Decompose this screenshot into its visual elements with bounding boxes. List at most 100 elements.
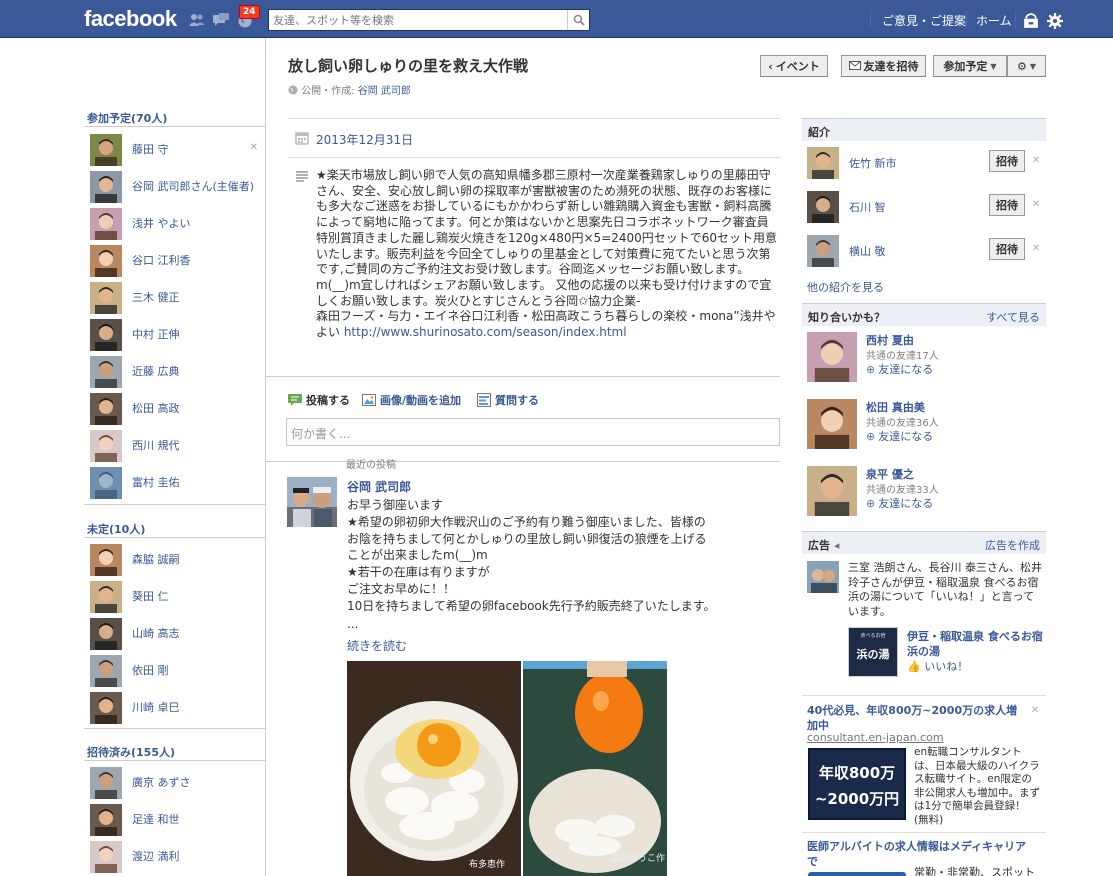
search-icon[interactable] <box>567 10 589 30</box>
ad-medicareer-title[interactable]: 医師アルバイトの求人情報はメディキャリアで <box>807 840 1037 869</box>
suggestion-avatar[interactable] <box>807 191 839 223</box>
notification-badge[interactable]: 24 <box>239 5 260 19</box>
guest-avatar[interactable] <box>90 467 122 499</box>
guest-list-item[interactable]: 近藤 広典 <box>90 356 266 392</box>
guest-list-item[interactable]: 川崎 卓巳 <box>90 692 266 728</box>
guest-list-item[interactable]: 葵田 仁 <box>90 581 266 617</box>
guest-list-item[interactable]: 西川 規代 <box>90 430 266 466</box>
ad-medicareer-image[interactable] <box>808 872 906 876</box>
privacy-shortcuts-icon[interactable] <box>1022 13 1038 29</box>
guest-list-item[interactable]: 富村 圭佑 <box>90 467 266 503</box>
facebook-logo[interactable]: facebook <box>84 6 177 32</box>
invite-friends-button[interactable]: 友達を招待 <box>841 55 926 77</box>
guest-name[interactable]: 谷口 江利香 <box>132 254 256 267</box>
guest-avatar[interactable] <box>90 208 122 240</box>
guest-list-item[interactable]: 谷口 江利香 <box>90 245 266 281</box>
guest-name[interactable]: 近藤 広典 <box>132 365 256 378</box>
suggestion-name[interactable]: 石川 智 <box>849 199 886 215</box>
guest-avatar[interactable] <box>90 841 122 873</box>
ad-en-japan-domain[interactable]: consultant.en-japan.com <box>807 731 944 746</box>
guest-list-item[interactable]: 松田 高政 <box>90 393 266 429</box>
guest-name[interactable]: 三木 健正 <box>132 291 256 304</box>
messages-icon[interactable] <box>212 12 230 28</box>
guest-list-item[interactable]: 森脇 誠嗣 <box>90 544 266 580</box>
home-link[interactable]: ホーム <box>976 12 1012 29</box>
guest-list-item[interactable]: 藤田 守 ✕ <box>90 134 266 170</box>
invite-button[interactable]: 招待 <box>989 194 1025 216</box>
guest-avatar[interactable] <box>90 618 122 650</box>
suggestion-name[interactable]: 横山 敬 <box>849 243 886 259</box>
guest-name[interactable]: 依田 剛 <box>132 664 256 677</box>
dismiss-icon[interactable]: ✕ <box>1032 199 1040 210</box>
guest-list-item[interactable]: 中村 正伸 <box>90 319 266 355</box>
ad-like-link[interactable]: 👍 いいね！ <box>907 660 968 675</box>
post-photo[interactable]: 布多恵作 高知ゆうこ作 <box>347 661 667 876</box>
guest-list-item[interactable]: 山崎 高志 <box>90 618 266 654</box>
going-list-header[interactable]: 参加予定(70人) <box>87 110 167 126</box>
pymk-mutual-friends[interactable]: 共通の友達17人 <box>866 347 939 362</box>
guest-avatar[interactable] <box>90 692 122 724</box>
guest-avatar[interactable] <box>90 171 122 203</box>
remove-icon[interactable]: ✕ <box>250 142 258 153</box>
pymk-avatar[interactable] <box>807 332 857 382</box>
guest-avatar[interactable] <box>90 581 122 613</box>
guest-avatar[interactable] <box>90 245 122 277</box>
read-more-link[interactable]: 続きを読む <box>347 637 407 654</box>
guest-avatar[interactable] <box>90 544 122 576</box>
guest-list-item[interactable]: 三木 健正 <box>90 282 266 318</box>
event-options-dropdown[interactable]: ⚙ ▼ <box>1007 55 1046 77</box>
pymk-mutual-friends[interactable]: 共通の友達33人 <box>866 481 939 496</box>
create-ad-link[interactable]: 広告を作成 <box>985 537 1040 553</box>
suggestion-avatar[interactable] <box>807 147 839 179</box>
ad-en-japan-image[interactable]: 年収800万 ~2000万円 <box>808 748 906 820</box>
guest-avatar[interactable] <box>90 393 122 425</box>
guest-name[interactable]: 足達 和世 <box>132 813 256 826</box>
guest-avatar[interactable] <box>90 655 122 687</box>
creator-link[interactable]: 谷岡 武司郎 <box>358 86 411 97</box>
guest-list-item[interactable]: 渡辺 満利 <box>90 841 266 876</box>
composer-input[interactable]: 何か書く... <box>286 418 780 446</box>
add-friend-link[interactable]: ⊕ 友達になる <box>866 495 933 511</box>
invite-button[interactable]: 招待 <box>989 238 1025 260</box>
post-author-name[interactable]: 谷岡 武司郎 <box>347 478 411 495</box>
more-suggestions-link[interactable]: 他の紹介を見る <box>807 279 884 295</box>
event-back-button[interactable]: ‹ イベント <box>760 55 828 77</box>
tab-add-photo[interactable]: 画像/動画を追加 <box>362 392 461 408</box>
guest-avatar[interactable] <box>90 319 122 351</box>
guest-list-item[interactable]: 谷岡 武司郎さん(主催者) <box>90 171 266 207</box>
ad-close-icon[interactable]: ✕ <box>1031 705 1039 716</box>
pymk-name[interactable]: 西村 夏由 <box>866 332 914 348</box>
guest-name[interactable]: 中村 正伸 <box>132 328 256 341</box>
guest-avatar[interactable] <box>90 767 122 799</box>
feedback-link[interactable]: ご意見・ご提案 <box>882 12 966 29</box>
guest-name[interactable]: 西川 規代 <box>132 439 256 452</box>
guest-list-item[interactable]: 依田 剛 <box>90 655 266 691</box>
friend-requests-icon[interactable] <box>188 12 206 28</box>
invited-list-header[interactable]: 招待済み(155人) <box>87 744 175 760</box>
guest-name[interactable]: 渡辺 満利 <box>132 850 256 863</box>
post-author-avatar[interactable] <box>287 477 337 527</box>
guest-avatar[interactable] <box>90 134 122 166</box>
dismiss-icon[interactable]: ✕ <box>1032 243 1040 254</box>
guest-list-item[interactable]: 足達 和世 <box>90 804 266 840</box>
guest-name[interactable]: 森脇 誠嗣 <box>132 553 256 566</box>
dismiss-icon[interactable]: ✕ <box>1032 155 1040 166</box>
guest-name[interactable]: 廣京 あずさ <box>132 776 256 789</box>
tab-post[interactable]: 投稿する <box>288 392 350 408</box>
guest-list-item[interactable]: 廣京 あずさ <box>90 767 266 803</box>
maybe-list-header[interactable]: 未定(10人) <box>87 521 145 537</box>
guest-name[interactable]: 葵田 仁 <box>132 590 256 603</box>
guest-name[interactable]: 松田 高政 <box>132 402 256 415</box>
guest-name[interactable]: 藤田 守 <box>132 143 256 156</box>
tab-ask-question[interactable]: 質問する <box>477 392 539 408</box>
guest-name[interactable]: 谷岡 武司郎さん(主催者) <box>132 180 256 193</box>
guest-name[interactable]: 山崎 高志 <box>132 627 256 640</box>
guest-name[interactable]: 浅井 やよい <box>132 217 256 230</box>
pymk-mutual-friends[interactable]: 共通の友達36人 <box>866 414 939 429</box>
search-input[interactable] <box>269 10 565 30</box>
pymk-name[interactable]: 松田 真由美 <box>866 399 925 415</box>
ad-en-japan-title[interactable]: 40代必見、年収800万~2000万の求人増加中 <box>807 704 1025 733</box>
guest-avatar[interactable] <box>90 282 122 314</box>
guest-list-item[interactable]: 浅井 やよい <box>90 208 266 244</box>
guest-name[interactable]: 富村 圭佑 <box>132 476 256 489</box>
